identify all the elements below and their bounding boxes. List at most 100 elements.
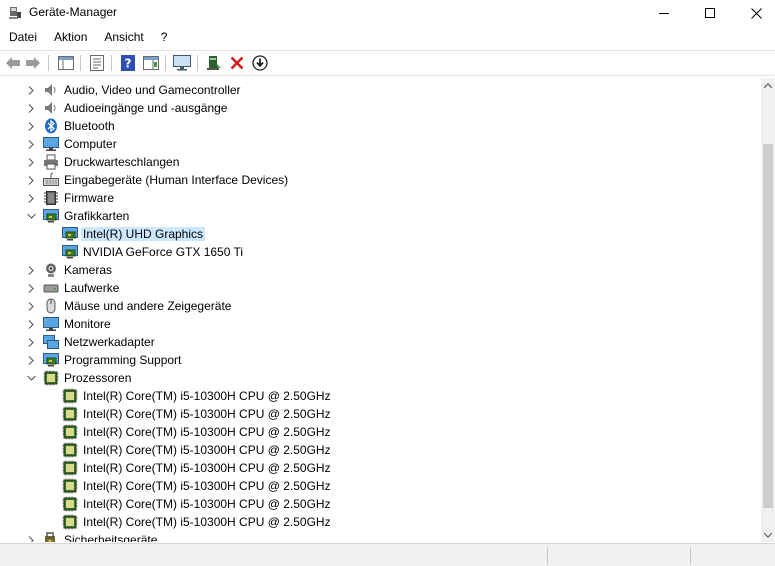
tree-category[interactable]: Computer — [0, 135, 740, 153]
computer-icon — [43, 136, 59, 152]
chevron-down-icon[interactable] — [26, 372, 36, 384]
toolbar-separator — [165, 55, 166, 71]
tree-category[interactable]: Bluetooth — [0, 117, 740, 135]
menu-file[interactable]: Datei — [0, 27, 45, 47]
chevron-right-icon[interactable] — [26, 174, 36, 186]
chevron-right-icon[interactable] — [26, 192, 36, 204]
minimize-button[interactable] — [641, 0, 687, 26]
show-hide-console-tree-button[interactable] — [57, 54, 75, 72]
chevron-right-icon[interactable] — [26, 102, 36, 114]
tree-device[interactable]: Intel(R) Core(TM) i5-10300H CPU @ 2.50GH… — [0, 387, 740, 405]
tree-category[interactable]: Monitore — [0, 315, 740, 333]
status-bar — [0, 543, 775, 566]
cpu-icon — [62, 496, 78, 512]
tree-device[interactable]: Intel(R) Core(TM) i5-10300H CPU @ 2.50GH… — [0, 459, 740, 477]
chevron-right-icon[interactable] — [26, 264, 36, 276]
toolbar-separator — [111, 55, 112, 71]
tree-device[interactable]: Intel(R) Core(TM) i5-10300H CPU @ 2.50GH… — [0, 441, 740, 459]
tree-category[interactable]: Audio, Video und Gamecontroller — [0, 81, 740, 99]
action-pane-button[interactable] — [142, 54, 160, 72]
tree-category[interactable]: Kameras — [0, 261, 740, 279]
vertical-scrollbar[interactable] — [761, 78, 775, 542]
properties-button[interactable] — [88, 54, 106, 72]
update-driver-button[interactable] — [205, 54, 223, 72]
chevron-right-icon[interactable] — [26, 282, 36, 294]
tree-category[interactable]: Firmware — [0, 189, 740, 207]
cpu-icon — [62, 442, 78, 458]
scan-hardware-button[interactable] — [173, 54, 191, 72]
tree-item-label: Audio, Video und Gamecontroller — [64, 83, 241, 97]
firmware-icon — [43, 190, 59, 206]
maximize-button[interactable] — [687, 0, 733, 26]
console-tree-icon — [58, 56, 74, 70]
enable-device-button[interactable] — [251, 54, 269, 72]
title-bar: Geräte-Manager — [0, 0, 775, 26]
minimize-icon — [659, 13, 669, 14]
tree-device[interactable]: Intel(R) Core(TM) i5-10300H CPU @ 2.50GH… — [0, 513, 740, 531]
uninstall-device-button[interactable] — [228, 54, 246, 72]
status-divider — [690, 547, 691, 565]
display-adapter-icon — [43, 352, 59, 368]
scrollbar-thumb[interactable] — [763, 144, 773, 508]
download-circle-icon — [252, 55, 268, 71]
chevron-right-icon[interactable] — [26, 336, 36, 348]
tree-item-label: Bluetooth — [64, 119, 115, 133]
chevron-right-icon[interactable] — [26, 120, 36, 132]
tree-category[interactable]: Laufwerke — [0, 279, 740, 297]
tree-device[interactable]: Intel(R) Core(TM) i5-10300H CPU @ 2.50GH… — [0, 423, 740, 441]
tree-item-label: Intel(R) Core(TM) i5-10300H CPU @ 2.50GH… — [83, 443, 331, 457]
delete-x-icon — [230, 56, 244, 70]
chevron-right-icon[interactable] — [26, 318, 36, 330]
tree-device[interactable]: Intel(R) Core(TM) i5-10300H CPU @ 2.50GH… — [0, 495, 740, 513]
display-adapter-icon — [62, 226, 78, 242]
arrow-left-icon — [6, 57, 20, 69]
tree-category[interactable]: Mäuse und andere Zeigegeräte — [0, 297, 740, 315]
tree-category[interactable]: Prozessoren — [0, 369, 740, 387]
tree-item-label: Intel(R) Core(TM) i5-10300H CPU @ 2.50GH… — [83, 389, 331, 403]
tree-device[interactable]: Intel(R) Core(TM) i5-10300H CPU @ 2.50GH… — [0, 477, 740, 495]
chevron-up-icon — [764, 82, 772, 88]
close-button[interactable] — [733, 0, 775, 26]
toolbar-separator — [48, 55, 49, 71]
tree-device[interactable]: Intel(R) Core(TM) i5-10300H CPU @ 2.50GH… — [0, 405, 740, 423]
device-tree[interactable]: Audio, Video und Gamecontroller Audioeing… — [0, 78, 761, 542]
back-button[interactable] — [4, 54, 22, 72]
forward-button[interactable] — [24, 54, 42, 72]
help-button[interactable]: ? — [119, 54, 137, 72]
tree-category[interactable]: Netzwerkadapter — [0, 333, 740, 351]
menu-action[interactable]: Aktion — [45, 27, 95, 47]
toolbar: ? — [0, 50, 775, 76]
tree-item-label: Netzwerkadapter — [64, 335, 155, 349]
menu-help[interactable]: ? — [152, 27, 176, 47]
display-adapter-icon — [43, 208, 59, 224]
properties-icon — [90, 55, 104, 71]
scroll-up-button[interactable] — [761, 78, 775, 92]
tree-category[interactable]: Eingabegeräte (Human Interface Devices) — [0, 171, 740, 189]
chevron-down-icon[interactable] — [26, 210, 36, 222]
cpu-icon — [43, 370, 59, 386]
tree-item-label: Intel(R) Core(TM) i5-10300H CPU @ 2.50GH… — [83, 425, 331, 439]
chevron-right-icon[interactable] — [26, 534, 36, 542]
chevron-right-icon[interactable] — [26, 354, 36, 366]
menu-view[interactable]: Ansicht — [95, 27, 151, 47]
tree-item-label: Sicherheitsgeräte — [64, 533, 158, 542]
scroll-down-button[interactable] — [761, 528, 775, 542]
tree-category[interactable]: Audioeingänge und -ausgänge — [0, 99, 740, 117]
tree-item-label: Kameras — [64, 263, 113, 277]
tree-item-label: Laufwerke — [64, 281, 120, 295]
tree-category[interactable]: Grafikkarten — [0, 207, 740, 225]
cpu-icon — [62, 406, 78, 422]
tree-category[interactable]: Sicherheitsgeräte — [0, 531, 740, 542]
chevron-right-icon[interactable] — [26, 156, 36, 168]
chevron-right-icon[interactable] — [26, 138, 36, 150]
chevron-right-icon[interactable] — [26, 300, 36, 312]
tree-device[interactable]: Intel(R) UHD Graphics — [0, 225, 740, 243]
tree-category[interactable]: Druckwarteschlangen — [0, 153, 740, 171]
chevron-right-icon[interactable] — [26, 84, 36, 96]
tree-item-label: NVIDIA GeForce GTX 1650 Ti — [83, 245, 244, 259]
close-icon — [750, 7, 762, 19]
svg-text:?: ? — [125, 57, 132, 71]
device-manager-app-icon — [9, 7, 21, 19]
tree-category[interactable]: Programming Support — [0, 351, 740, 369]
tree-device[interactable]: NVIDIA GeForce GTX 1650 Ti — [0, 243, 740, 261]
